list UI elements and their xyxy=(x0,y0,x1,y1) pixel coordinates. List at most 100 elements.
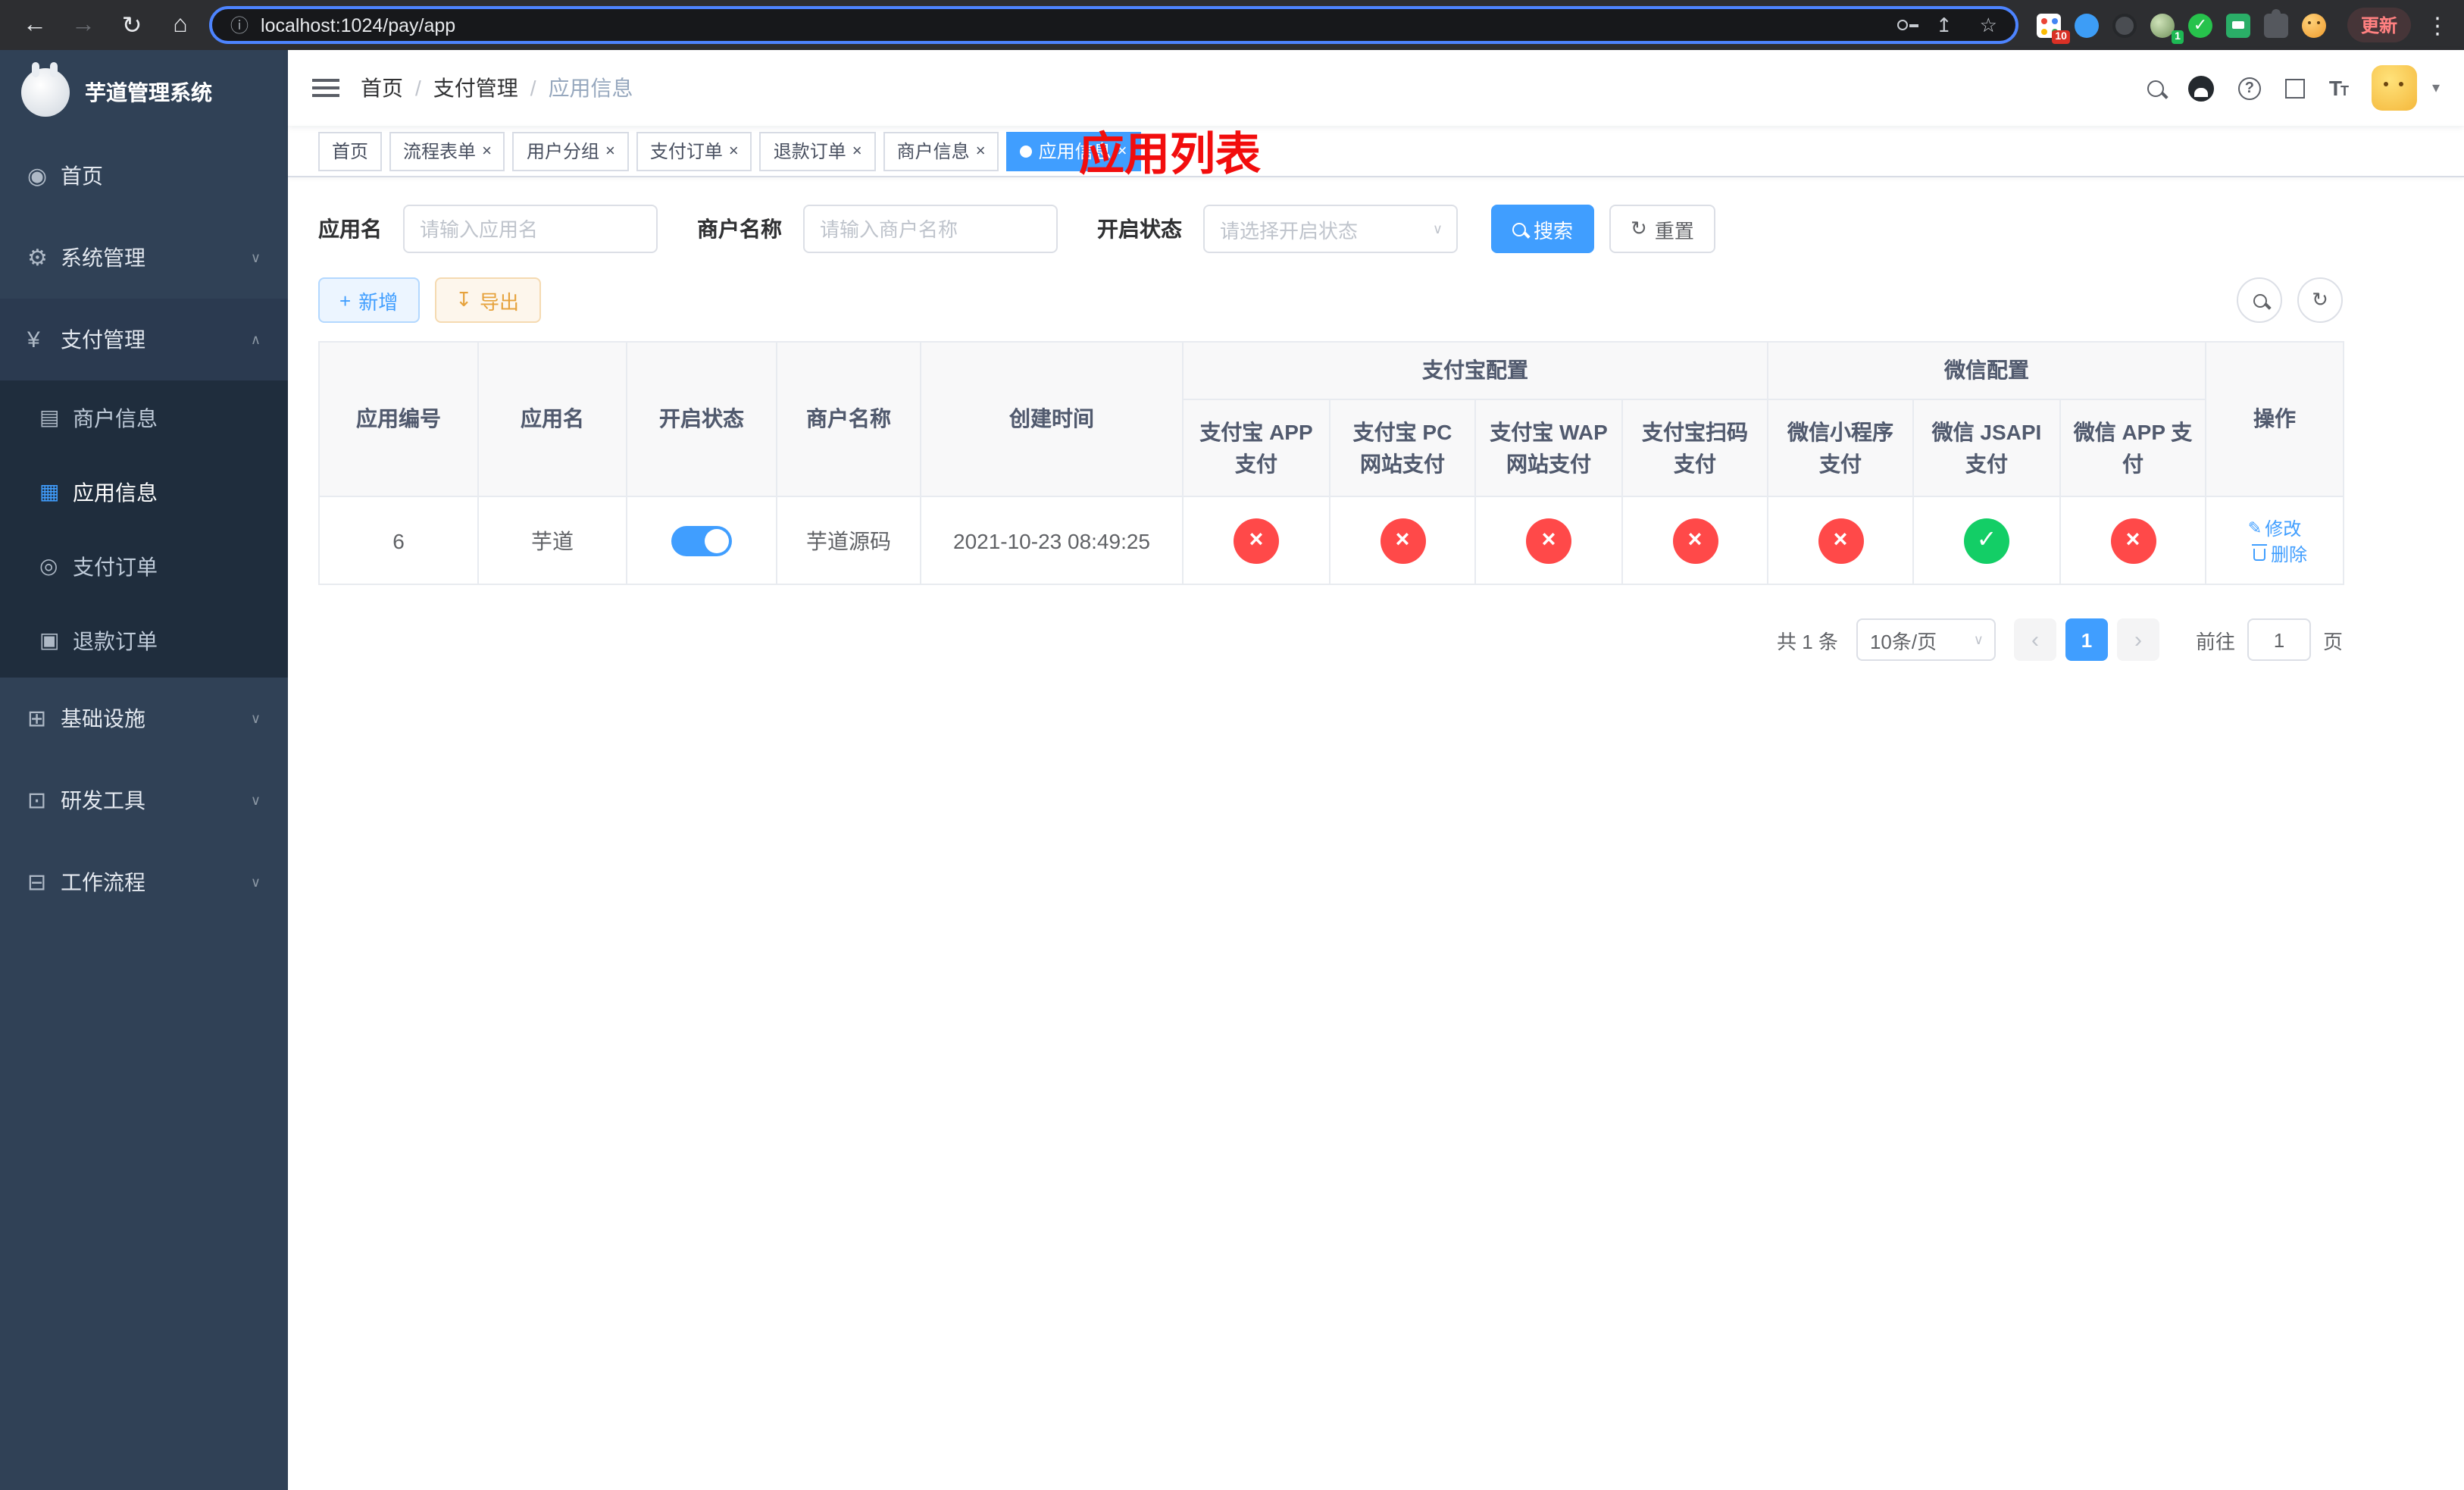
grid-icon: ▦ xyxy=(39,479,60,503)
tab-home[interactable]: 首页 xyxy=(318,131,383,171)
extension-check-icon[interactable]: ✓ xyxy=(2187,13,2212,37)
search-form: 应用名 商户名称 开启状态 请选择开启状态 ∨ 搜索 ↻ 重置 xyxy=(318,205,2343,253)
extension-avatar-icon[interactable]: 1 xyxy=(2150,13,2184,43)
font-size-icon[interactable]: TT xyxy=(2329,76,2349,100)
status-select[interactable]: 请选择开启状态 ∨ xyxy=(1203,205,1458,253)
chevron-up-icon: ∧ xyxy=(250,331,261,346)
share-icon[interactable]: ↥ xyxy=(1936,13,1953,37)
toggle-search-button[interactable] xyxy=(2237,277,2282,323)
add-button[interactable]: + 新增 xyxy=(318,277,420,323)
search-button[interactable]: 搜索 xyxy=(1491,205,1595,253)
sidebar-logo[interactable]: 芋道管理系统 xyxy=(0,50,288,135)
sidebar-item-app-info[interactable]: ▦ 应用信息 xyxy=(0,455,288,529)
col-alipay-wap: 支付宝 WAP 网站支付 xyxy=(1474,399,1623,497)
search-icon[interactable] xyxy=(2147,80,2164,96)
col-status: 开启状态 xyxy=(626,341,777,497)
prev-page-button[interactable]: ‹ xyxy=(2013,618,2056,661)
main-area: 首页 / 支付管理 / 应用信息 应用列表 ? TT ▾ 首页 流程表单 × 用… xyxy=(288,50,2464,1490)
bookmark-star-icon[interactable]: ☆ xyxy=(1980,13,1997,37)
extension-blue-icon[interactable] xyxy=(2074,13,2099,37)
tab-merchant-info[interactable]: 商户信息 × xyxy=(883,131,999,171)
tab-refund-orders[interactable]: 退款订单 × xyxy=(759,131,876,171)
extension-grid-icon[interactable]: 10 xyxy=(2036,13,2070,43)
page-number-1[interactable]: 1 xyxy=(2065,618,2108,661)
password-key-icon[interactable] xyxy=(1897,20,1919,30)
breadcrumb: 首页 / 支付管理 / 应用信息 xyxy=(361,73,633,103)
extensions-puzzle-icon[interactable] xyxy=(2263,8,2288,37)
sidebar-item-system[interactable]: ⚙ 系统管理 ∨ xyxy=(0,217,288,299)
close-icon[interactable]: × xyxy=(482,142,492,160)
fullscreen-icon[interactable] xyxy=(2284,78,2305,98)
sidebar-item-payment[interactable]: ¥ 支付管理 ∧ xyxy=(0,299,288,380)
tab-user-group[interactable]: 用户分组 × xyxy=(512,131,629,171)
sidebar-item-pay-orders[interactable]: ◎ 支付订单 xyxy=(0,529,288,603)
cell-status xyxy=(626,496,777,585)
col-wx-app: 微信 APP 支付 xyxy=(2059,399,2206,497)
close-icon[interactable]: × xyxy=(976,142,986,160)
page-title: 应用列表 xyxy=(1079,130,1261,180)
url-text[interactable]: localhost:1024/pay/app xyxy=(261,14,1871,36)
sidebar-item-workflow[interactable]: ⊟ 工作流程 ∨ xyxy=(0,841,288,923)
close-icon[interactable]: × xyxy=(729,142,739,160)
close-icon[interactable]: × xyxy=(605,142,615,160)
avatar-caret-icon[interactable]: ▾ xyxy=(2432,80,2440,96)
reset-button[interactable]: ↻ 重置 xyxy=(1609,205,1715,253)
col-wx-lite: 微信小程序支付 xyxy=(1767,399,1914,497)
github-icon[interactable] xyxy=(2187,75,2214,101)
sidebar-item-home[interactable]: ◉ 首页 xyxy=(0,135,288,217)
col-alipay-app: 支付宝 APP 支付 xyxy=(1182,399,1330,497)
next-page-button[interactable]: › xyxy=(2116,618,2159,661)
extension-dark-icon[interactable] xyxy=(2112,13,2137,37)
tab-pay-orders[interactable]: 支付订单 × xyxy=(636,131,752,171)
group-alipay-config: 支付宝配置 xyxy=(1182,341,1768,400)
sidebar-item-devtools[interactable]: ⊡ 研发工具 ∨ xyxy=(0,759,288,841)
delete-button[interactable]: 删除 xyxy=(2252,542,2307,568)
group-wechat-config: 微信配置 xyxy=(1767,341,2206,400)
status-disabled-icon: × xyxy=(1380,518,1425,563)
home-icon[interactable]: ⌂ xyxy=(161,5,200,45)
status-toggle[interactable] xyxy=(671,525,732,556)
refresh-table-button[interactable]: ↻ xyxy=(2297,277,2343,323)
table-row: 6 芋道 芋道源码 2021-10-23 08:49:25 × × × × × xyxy=(318,496,2344,585)
sidebar: 芋道管理系统 ◉ 首页 ⚙ 系统管理 ∨ ¥ 支付管理 ∧ ▤ 商户信息 ▦ 应… xyxy=(0,50,288,1490)
breadcrumb-home[interactable]: 首页 xyxy=(361,73,403,103)
help-icon[interactable]: ? xyxy=(2237,77,2261,99)
breadcrumb-payment[interactable]: 支付管理 xyxy=(433,73,518,103)
sidebar-item-merchant-info[interactable]: ▤ 商户信息 xyxy=(0,380,288,455)
refresh-icon: ↻ xyxy=(1631,217,1647,239)
col-actions: 操作 xyxy=(2205,341,2344,497)
user-avatar[interactable] xyxy=(2371,65,2417,111)
plus-icon: + xyxy=(339,289,352,311)
sidebar-item-infra[interactable]: ⊞ 基础设施 ∨ xyxy=(0,678,288,759)
infra-icon: ⊞ xyxy=(27,706,47,732)
yen-icon: ¥ xyxy=(27,327,40,352)
page-size-select[interactable]: 10条/页 ∨ xyxy=(1856,618,1996,661)
site-info-icon[interactable]: ⓘ xyxy=(230,12,249,38)
edit-button[interactable]: ✎ 修改 xyxy=(2248,515,2301,541)
tab-process-form[interactable]: 流程表单 × xyxy=(389,131,505,171)
back-icon[interactable]: ← xyxy=(15,5,55,45)
app-root: ← → ↻ ⌂ ⓘ localhost:1024/pay/app ↥ ☆ 10 … xyxy=(0,0,2464,1490)
sidebar-item-refund-orders[interactable]: ▣ 退款订单 xyxy=(0,603,288,678)
app-name-input[interactable] xyxy=(403,205,658,253)
col-app-id: 应用编号 xyxy=(318,341,479,497)
browser-menu-icon[interactable]: ⋮ xyxy=(2426,11,2449,39)
chevron-down-icon: ∨ xyxy=(250,874,261,889)
reload-icon[interactable]: ↻ xyxy=(112,5,152,45)
extension-badge-green: 1 xyxy=(2172,30,2184,43)
chrome-update-button[interactable]: 更新 xyxy=(2347,8,2411,42)
extension-chat-icon[interactable] xyxy=(2225,13,2250,37)
goto-page-input[interactable] xyxy=(2247,618,2311,661)
export-button[interactable]: ↧ 导出 xyxy=(434,277,541,323)
url-bar[interactable]: ⓘ localhost:1024/pay/app ↥ ☆ xyxy=(209,6,2018,44)
sidebar-fold-icon[interactable] xyxy=(312,78,339,98)
merchant-name-input[interactable] xyxy=(803,205,1058,253)
cell-created: 2021-10-23 08:49:25 xyxy=(920,496,1184,585)
search-icon xyxy=(2253,293,2266,307)
close-icon[interactable]: × xyxy=(852,142,862,160)
cell-actions: ✎ 修改 删除 xyxy=(2205,496,2344,585)
status-disabled-icon: × xyxy=(1818,518,1863,563)
forward-icon[interactable]: → xyxy=(64,5,103,45)
breadcrumb-separator: / xyxy=(415,76,421,100)
profile-avatar-icon[interactable] xyxy=(2301,13,2326,37)
